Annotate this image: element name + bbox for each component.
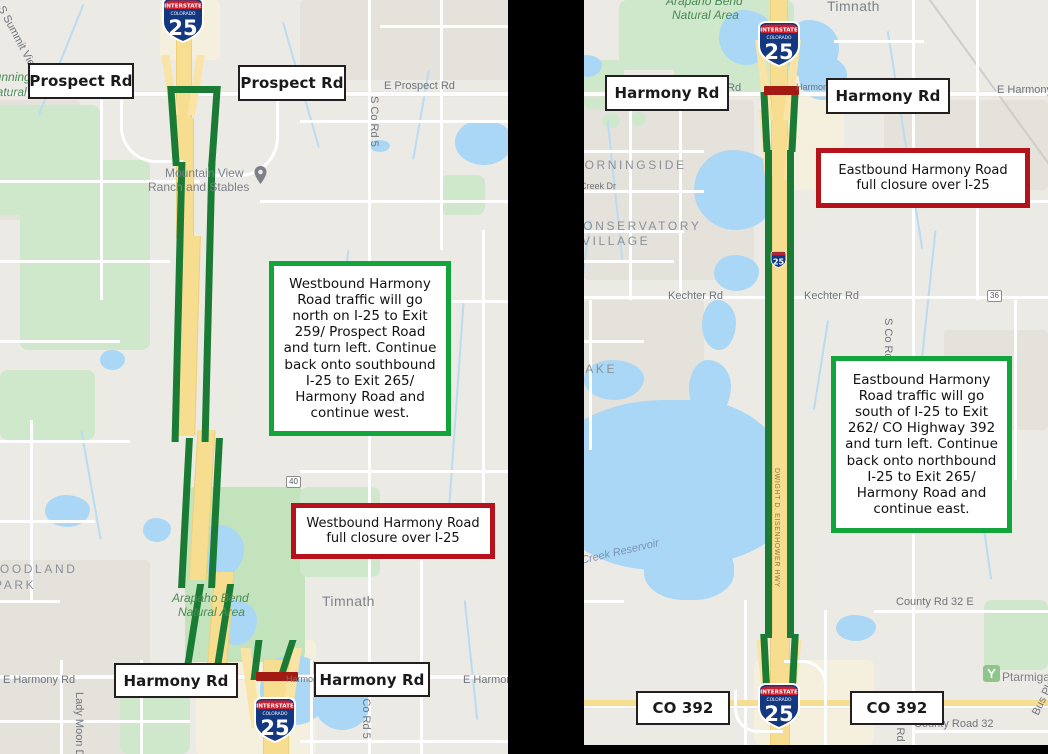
map-label-park: PARK bbox=[0, 578, 37, 592]
map-label-ptarmigan: Ptarmiga bbox=[1002, 670, 1048, 684]
street-label-harmony-rd-west-e[interactable]: Harmony Rd bbox=[605, 75, 729, 111]
svg-text:INTERSTATE: INTERSTATE bbox=[256, 704, 294, 710]
interstate-25-shield-north-west: INTERSTATE COLORADO 25 bbox=[160, 0, 206, 44]
street-label-harmony-rd-west[interactable]: Harmony Rd bbox=[114, 663, 238, 698]
detour-note-eastbound: Eastbound Harmony Road traffic will go s… bbox=[831, 356, 1012, 533]
street-label-prospect-rd-east[interactable]: Prospect Rd bbox=[238, 65, 346, 101]
interstate-25-shield-south-west: INTERSTATE COLORADO 25 bbox=[252, 696, 298, 744]
map-panel-westbound[interactable]: INTERSTATE COLORADO 25 INTERSTATE COLORA… bbox=[0, 0, 508, 754]
closure-segment-east bbox=[764, 86, 799, 95]
map-label-arapaho-bend-2: Natural Area bbox=[178, 605, 245, 619]
svg-text:25: 25 bbox=[764, 702, 793, 726]
interstate-25-shield-mid-east: 25 bbox=[770, 250, 787, 269]
figure-canvas: INTERSTATE COLORADO 25 INTERSTATE COLORA… bbox=[0, 0, 1048, 754]
map-label-e-harmony-rd-a: E Harmony Rd bbox=[3, 674, 76, 686]
map-poi-pin bbox=[254, 166, 267, 184]
map-label-s-co-rd-5-north: S Co Rd 5 bbox=[368, 96, 380, 147]
route-marker-36: 36 bbox=[987, 290, 1002, 302]
map-label-creek-dr: Creek Dr bbox=[584, 181, 617, 191]
map-label-arapaho-bend: Arapaho Bend bbox=[172, 591, 249, 605]
map-label-e-harmony-rd-b: E Harmony Rd bbox=[463, 674, 508, 686]
interstate-25-shield-south-east: INTERSTATE COLORADO 25 bbox=[756, 682, 802, 730]
street-label-prospect-rd-west[interactable]: Prospect Rd bbox=[28, 63, 134, 99]
closure-note-eastbound-text: Eastbound Harmony Road full closure over… bbox=[838, 162, 1008, 193]
street-label-co-392-east[interactable]: CO 392 bbox=[850, 691, 944, 725]
detour-note-eastbound-text: Eastbound Harmony Road traffic will go s… bbox=[845, 372, 998, 517]
interstate-25-shield-north-east: INTERSTATE COLORADO 25 bbox=[756, 20, 802, 68]
street-label-co-392-west[interactable]: CO 392 bbox=[636, 691, 730, 725]
detour-note-westbound-text: Westbound Harmony Road traffic will go n… bbox=[283, 276, 437, 421]
map-panel-eastbound[interactable]: INTERSTATE COLORADO 25 25 INTERSTATE COL… bbox=[584, 0, 1048, 745]
map-label-e-prospect-rd: E Prospect Rd bbox=[384, 80, 455, 92]
svg-text:25: 25 bbox=[260, 716, 289, 740]
map-label-arapaho-bend-e2: Natural Area bbox=[672, 8, 739, 22]
svg-text:25: 25 bbox=[168, 16, 197, 40]
svg-text:25: 25 bbox=[764, 40, 793, 64]
map-label-kechter-rd-east: Kechter Rd bbox=[804, 290, 860, 302]
street-label-harmony-rd-east-e[interactable]: Harmony Rd bbox=[826, 78, 950, 114]
closure-note-eastbound: Eastbound Harmony Road full closure over… bbox=[816, 148, 1030, 208]
map-label-mountain-view: Mountain View bbox=[165, 166, 244, 180]
svg-text:INTERSTATE: INTERSTATE bbox=[164, 4, 202, 10]
map-label-woodland: WOODLAND bbox=[0, 562, 78, 576]
map-label-eisenhower-hwy: DWIGHT D. EISENHOWER HWY bbox=[773, 468, 780, 588]
map-label-lady-moon-dr: Lady Moon Dr bbox=[73, 692, 85, 754]
map-label-lake: LAKE bbox=[584, 362, 618, 376]
map-label-kechter-rd-west: Kechter Rd bbox=[668, 290, 724, 302]
closure-note-westbound: Westbound Harmony Road full closure over… bbox=[291, 503, 495, 559]
svg-text:INTERSTATE: INTERSTATE bbox=[760, 28, 798, 34]
map-label-conservatory: CONSERVATORY bbox=[584, 219, 702, 233]
map-label-e-harmony-rd-east: E Harmony Rd bbox=[997, 84, 1048, 96]
map-label-timnath-e: Timnath bbox=[827, 0, 880, 14]
svg-text:INTERSTATE: INTERSTATE bbox=[760, 690, 798, 696]
map-label-rd: Rd bbox=[727, 82, 742, 94]
street-label-harmony-rd-east[interactable]: Harmony Rd bbox=[314, 662, 430, 697]
map-label-timnath: Timnath bbox=[322, 593, 375, 609]
map-label-ranch-stables: Ranch and Stables bbox=[148, 180, 250, 194]
detour-note-westbound: Westbound Harmony Road traffic will go n… bbox=[269, 261, 451, 436]
map-label-morningside: MORNINGSIDE bbox=[584, 158, 687, 172]
route-marker-40: 40 bbox=[286, 476, 301, 488]
park-icon-east bbox=[983, 665, 1000, 682]
map-label-village: VILLAGE bbox=[584, 234, 651, 248]
closure-note-westbound-text: Westbound Harmony Road full closure over… bbox=[306, 515, 480, 546]
svg-text:25: 25 bbox=[773, 257, 785, 267]
map-label-county-rd-32-e: County Rd 32 E bbox=[896, 596, 974, 608]
